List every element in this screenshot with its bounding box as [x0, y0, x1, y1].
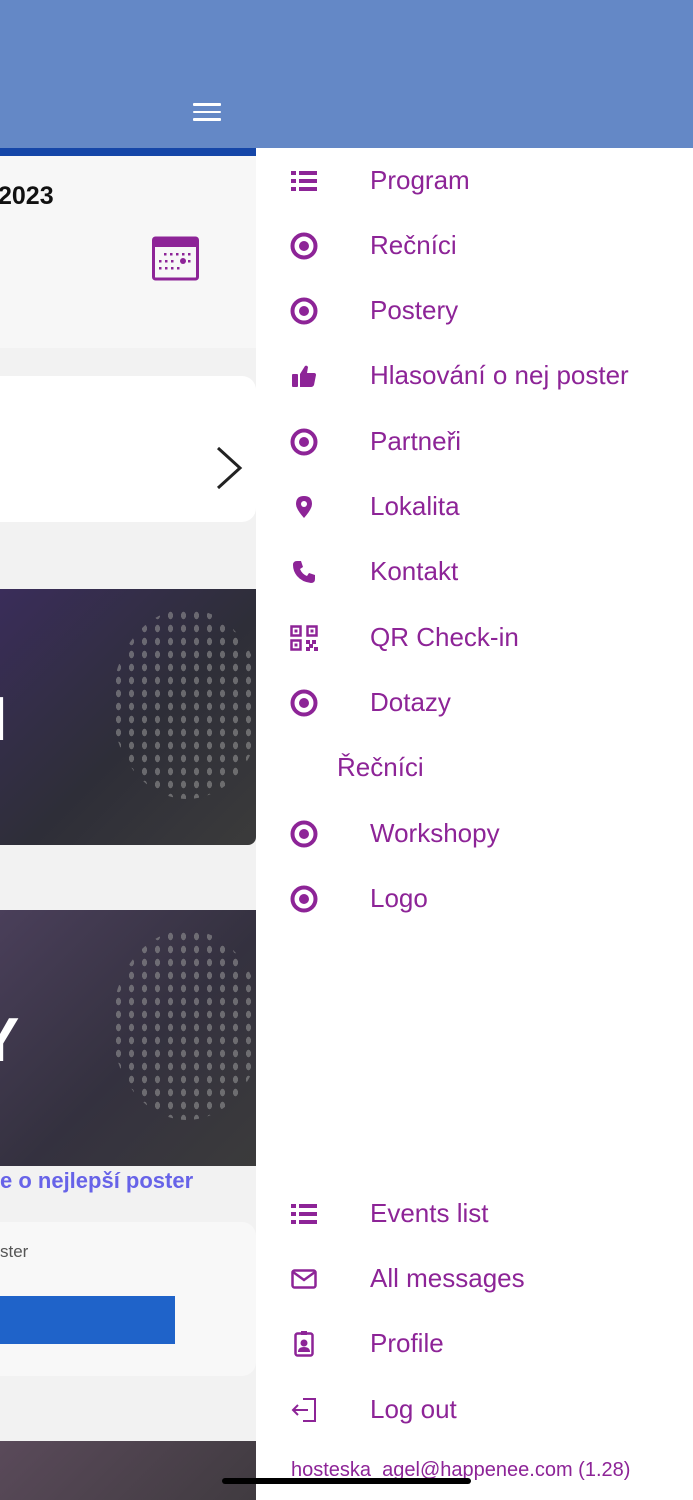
- menu-item-label: Dotazy: [370, 687, 451, 717]
- vote-link[interactable]: e o nejlepší poster: [0, 1168, 193, 1194]
- vote-button[interactable]: [0, 1296, 175, 1344]
- phone-icon: [288, 558, 320, 586]
- home-indicator: [222, 1478, 471, 1484]
- menu-item-label: Logo: [370, 883, 428, 913]
- menu-item-label: Hlasování o nej poster: [370, 360, 629, 390]
- menu-item-label: QR Check-in: [370, 622, 519, 652]
- menu-item-dotazy[interactable]: Dotazy: [256, 671, 693, 735]
- list-icon: [288, 1200, 320, 1228]
- menu-item-profile[interactable]: Profile: [256, 1312, 693, 1376]
- logout-icon: [288, 1396, 320, 1424]
- app-header: [0, 0, 693, 148]
- envelope-icon: [288, 1265, 320, 1293]
- menu-item-label: Řečníci: [337, 752, 424, 782]
- target-icon: [288, 428, 320, 456]
- banner-image[interactable]: Y: [0, 910, 256, 1166]
- banner-image[interactable]: [0, 1441, 256, 1500]
- menu-item-label: Workshopy: [370, 818, 500, 848]
- menu-item-events-list[interactable]: Events list: [256, 1182, 693, 1246]
- menu-item-program[interactable]: Program: [256, 149, 693, 213]
- menu-item-label: Kontakt: [370, 556, 459, 586]
- dots-pattern: [112, 609, 256, 799]
- vote-card: ster: [0, 1222, 256, 1376]
- menu-item-logo[interactable]: Logo: [256, 867, 693, 931]
- menu-item-label: Rečníci: [370, 230, 457, 260]
- menu-item-postery[interactable]: Postery: [256, 279, 693, 343]
- next-card[interactable]: [0, 376, 256, 522]
- banner-title: I: [0, 684, 7, 755]
- menu-item-label: Log out: [370, 1394, 457, 1424]
- menu-item-label: Profile: [370, 1328, 444, 1358]
- menu-item-label: Postery: [370, 295, 459, 325]
- thumbs-up-icon: [288, 362, 320, 390]
- target-icon: [288, 820, 320, 848]
- menu-item-recnici-section[interactable]: Řečníci: [256, 736, 693, 800]
- menu-item-recnici[interactable]: Rečníci: [256, 214, 693, 278]
- calendar-icon[interactable]: [152, 234, 199, 281]
- hamburger-icon[interactable]: [193, 101, 221, 123]
- menu-item-kontakt[interactable]: Kontakt: [256, 540, 693, 604]
- side-drawer: Program Rečníci Postery Hlasování o nej …: [256, 148, 693, 1500]
- menu-item-workshopy[interactable]: Workshopy: [256, 802, 693, 866]
- event-date: 2023: [0, 182, 54, 210]
- target-icon: [288, 689, 320, 717]
- map-pin-icon: [288, 493, 320, 521]
- event-card[interactable]: 2023: [0, 156, 256, 348]
- menu-item-qr-checkin[interactable]: QR Check-in: [256, 606, 693, 670]
- menu-item-all-messages[interactable]: All messages: [256, 1247, 693, 1311]
- menu-item-label: All messages: [370, 1263, 525, 1293]
- menu-item-label: Program: [370, 165, 470, 195]
- menu-item-label: Lokalita: [370, 491, 460, 521]
- menu-item-label: Partneři: [370, 426, 462, 456]
- background-content: 2023 I Y e o nejlepší poster ster: [0, 148, 256, 1500]
- menu-item-log-out[interactable]: Log out: [256, 1378, 693, 1442]
- banner-title: Y: [0, 1005, 19, 1076]
- list-icon: [288, 167, 320, 195]
- target-icon: [288, 232, 320, 260]
- banner-image[interactable]: I: [0, 589, 256, 845]
- id-badge-icon: [288, 1330, 320, 1358]
- chevron-right-icon[interactable]: [212, 444, 244, 492]
- menu-item-label: Events list: [370, 1198, 489, 1228]
- menu-item-partneri[interactable]: Partneři: [256, 410, 693, 474]
- target-icon: [288, 885, 320, 913]
- menu-item-hlasovani[interactable]: Hlasování o nej poster: [256, 344, 693, 408]
- vote-subtext: ster: [0, 1242, 29, 1261]
- menu-item-lokalita[interactable]: Lokalita: [256, 475, 693, 539]
- accent-strip: [0, 148, 256, 156]
- qr-code-icon: [288, 624, 320, 652]
- dots-pattern: [112, 930, 256, 1120]
- target-icon: [288, 297, 320, 325]
